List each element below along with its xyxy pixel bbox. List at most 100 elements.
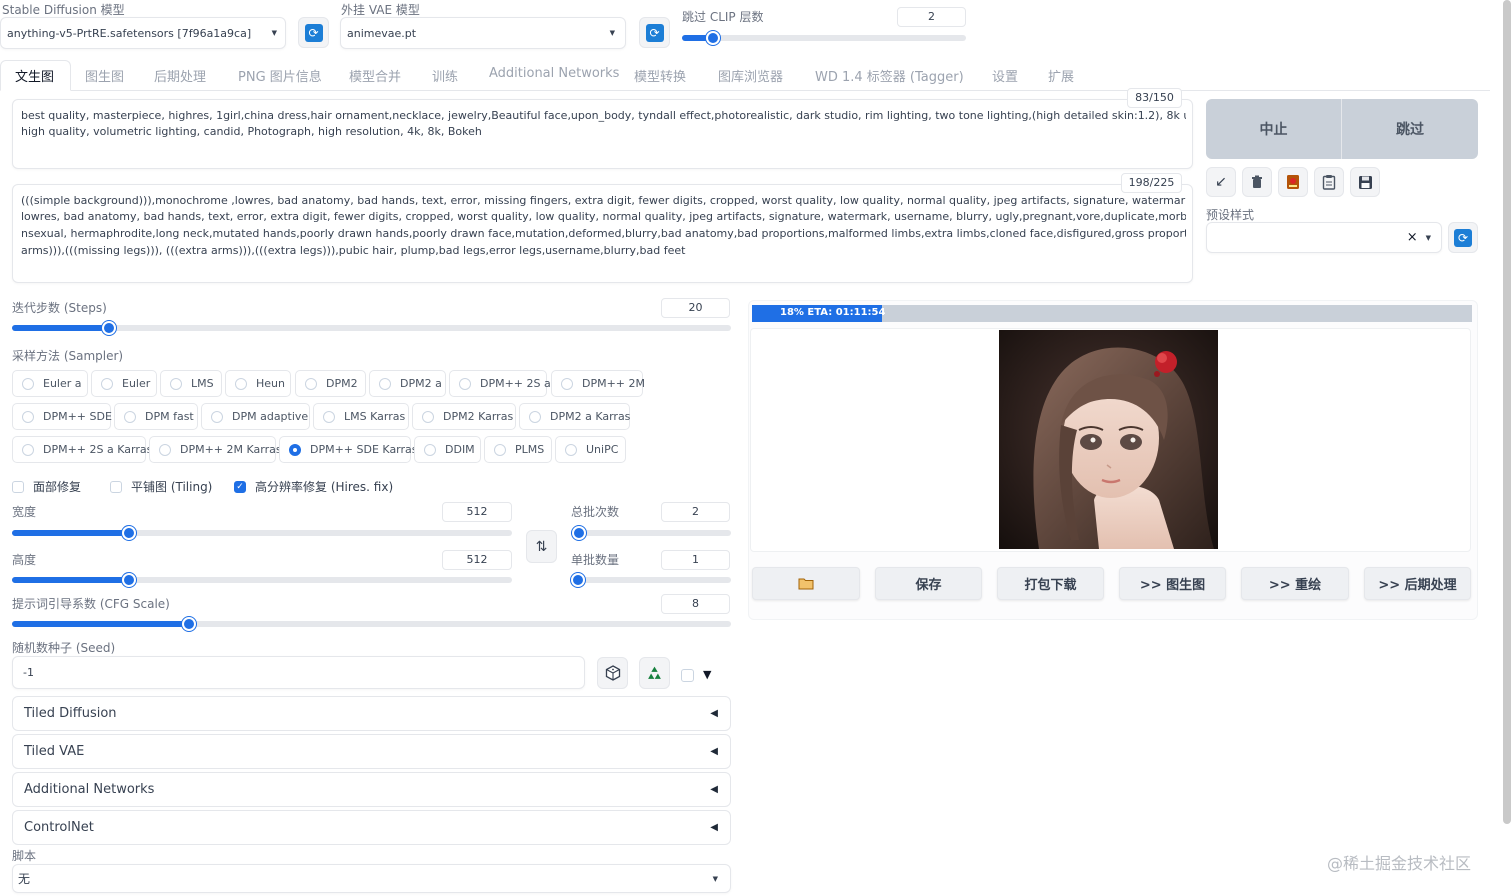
clear-prompt-button[interactable] xyxy=(1242,167,1272,197)
refresh-styles-button[interactable]: ⟳ xyxy=(1448,222,1478,253)
clip-slider-thumb[interactable] xyxy=(706,31,720,45)
send-to-img2img-button[interactable]: >> 图生图 xyxy=(1119,567,1226,600)
radio-dot xyxy=(494,443,506,456)
accordion-tiled-diffusion[interactable]: Tiled Diffusion ◀ xyxy=(12,696,731,731)
sd-model-select[interactable]: anything-v5-PrtRE.safetensors [7f96a1a9c… xyxy=(0,17,286,49)
sampler-option-dpmpp-sde[interactable]: DPM++ SDE xyxy=(12,403,112,430)
batch-size-slider[interactable] xyxy=(571,573,731,587)
zip-download-button[interactable]: 打包下载 xyxy=(997,567,1104,600)
sampler-option-dpmpp-2m-karras[interactable]: DPM++ 2M Karras xyxy=(149,436,282,463)
sampler-option-dpmpp-sde-karras[interactable]: DPM++ SDE Karras xyxy=(279,436,418,463)
sampler-option-ddim[interactable]: DDIM xyxy=(414,436,481,463)
tab-settings[interactable]: 设置 xyxy=(992,66,1018,88)
sampler-option-euler-a[interactable]: Euler a xyxy=(12,370,88,397)
steps-input[interactable]: 20 xyxy=(661,298,730,318)
width-input[interactable]: 512 xyxy=(442,502,512,522)
cfg-slider[interactable] xyxy=(12,617,731,631)
tab-tagger[interactable]: WD 1.4 标签器 (Tagger) xyxy=(815,66,964,88)
sampler-option-dpm2-karras[interactable]: DPM2 Karras xyxy=(412,403,516,430)
sampler-option-lms-karras[interactable]: LMS Karras xyxy=(313,403,409,430)
triangle-left-icon: ◀ xyxy=(710,822,718,833)
height-input[interactable]: 512 xyxy=(442,550,512,570)
clear-icon[interactable]: × xyxy=(1407,230,1418,245)
send-to-inpaint-button[interactable]: >> 重绘 xyxy=(1241,567,1349,600)
sampler-option-plms[interactable]: PLMS xyxy=(484,436,552,463)
accordion-additional-networks[interactable]: Additional Networks ◀ xyxy=(12,772,731,807)
tab-model-converter[interactable]: 模型转换 xyxy=(634,66,686,88)
interrupt-button[interactable]: 中止 xyxy=(1206,99,1341,159)
seed-value: -1 xyxy=(23,666,34,679)
tab-extensions[interactable]: 扩展 xyxy=(1048,66,1074,88)
sampler-option-unipc[interactable]: UniPC xyxy=(555,436,626,463)
batch-count-slider-thumb[interactable] xyxy=(572,526,586,540)
show-extra-networks-button[interactable] xyxy=(1278,167,1308,197)
sampler-option-dpm-adaptive[interactable]: DPM adaptive xyxy=(201,403,310,430)
sampler-option-dpm2-a-karras[interactable]: DPM2 a Karras xyxy=(519,403,630,430)
accordion-tiled-vae[interactable]: Tiled VAE ◀ xyxy=(12,734,731,769)
tab-train[interactable]: 训练 xyxy=(432,66,458,88)
tiling-checkbox[interactable]: 平铺图 (Tiling) xyxy=(110,478,212,495)
extra-seed-checkbox[interactable] xyxy=(681,669,694,682)
skip-button[interactable]: 跳过 xyxy=(1342,99,1478,159)
script-select[interactable]: 无 ▼ xyxy=(12,864,731,893)
batch-size-input[interactable]: 1 xyxy=(661,550,730,570)
cfg-input[interactable]: 8 xyxy=(661,594,730,614)
read-params-button[interactable]: ↙ xyxy=(1206,167,1236,197)
save-button[interactable]: 保存 xyxy=(875,567,982,600)
seed-input[interactable]: -1 xyxy=(12,656,585,689)
cfg-slider-thumb[interactable] xyxy=(182,617,196,631)
random-seed-button[interactable] xyxy=(597,657,628,689)
batch-count-input[interactable]: 2 xyxy=(661,502,730,522)
send-to-extras-button[interactable]: >> 后期处理 xyxy=(1364,567,1471,600)
batch-count-slider[interactable] xyxy=(571,526,731,540)
hires-fix-checkbox[interactable]: ✓ 高分辨率修复 (Hires. fix) xyxy=(234,478,393,495)
width-slider[interactable] xyxy=(12,526,512,540)
steps-slider[interactable] xyxy=(12,321,731,335)
batch-size-label: 单批数量 xyxy=(571,553,620,567)
sampler-option-label: UniPC xyxy=(586,443,619,456)
refresh-models-button[interactable]: ⟳ xyxy=(298,17,329,48)
tab-img2img[interactable]: 图生图 xyxy=(85,66,124,88)
triangle-down-icon[interactable]: ▼ xyxy=(703,668,711,681)
scrollbar-thumb[interactable] xyxy=(1503,0,1511,824)
sampler-option-dpmpp-2s-a[interactable]: DPM++ 2S a xyxy=(449,370,551,397)
clip-value-input[interactable]: 2 xyxy=(897,7,966,27)
tab-txt2img[interactable]: 文生图 xyxy=(15,66,54,88)
tab-checkpoint-merger[interactable]: 模型合并 xyxy=(349,66,401,88)
reuse-seed-button[interactable] xyxy=(639,657,670,689)
sampler-option-lms[interactable]: LMS xyxy=(160,370,222,397)
sampler-option-dpm2[interactable]: DPM2 xyxy=(295,370,366,397)
face-restore-checkbox[interactable]: 面部修复 xyxy=(12,478,81,495)
sampler-option-label: DPM++ 2S a Karras xyxy=(43,443,153,456)
generated-image-preview[interactable] xyxy=(999,330,1218,549)
sampler-option-heun[interactable]: Heun xyxy=(225,370,291,397)
negative-prompt-line-2: lowres, bad anatomy, bad hands, text, er… xyxy=(21,210,1186,223)
clip-slider[interactable] xyxy=(682,31,966,45)
sampler-option-dpmpp-2m[interactable]: DPM++ 2M xyxy=(551,370,645,397)
sampler-option-dpm-fast[interactable]: DPM fast xyxy=(114,403,198,430)
batch-size-slider-thumb[interactable] xyxy=(571,573,585,587)
accordion-controlnet[interactable]: ControlNet ◀ xyxy=(12,810,731,845)
styles-select[interactable]: × ▼ xyxy=(1206,222,1442,253)
swap-dimensions-button[interactable]: ⇅ xyxy=(526,530,557,563)
sampler-option-label: DPM++ 2M Karras xyxy=(180,443,282,456)
tab-additional-networks[interactable]: Additional Networks xyxy=(489,66,619,88)
tab-extras[interactable]: 后期处理 xyxy=(154,66,206,88)
vae-select[interactable]: animevae.pt ▼ xyxy=(340,17,626,49)
refresh-vae-button[interactable]: ⟳ xyxy=(639,17,670,48)
tab-png-info[interactable]: PNG 图片信息 xyxy=(238,66,322,88)
width-slider-thumb[interactable] xyxy=(122,526,136,540)
radio-dot xyxy=(422,410,434,423)
dice-icon xyxy=(605,665,620,681)
height-slider-thumb[interactable] xyxy=(122,573,136,587)
tab-image-browser[interactable]: 图库浏览器 xyxy=(718,66,783,88)
sampler-option-dpmpp-2s-a-karras[interactable]: DPM++ 2S a Karras xyxy=(12,436,152,463)
steps-slider-thumb[interactable] xyxy=(102,321,116,335)
save-style-button[interactable] xyxy=(1350,167,1380,197)
sampler-option-euler[interactable]: Euler xyxy=(91,370,157,397)
height-slider[interactable] xyxy=(12,573,512,587)
sampler-option-dpm2-a[interactable]: DPM2 a xyxy=(369,370,446,397)
open-folder-button[interactable] xyxy=(752,567,860,600)
apply-style-button[interactable] xyxy=(1314,167,1344,197)
refresh-icon: ⟳ xyxy=(645,23,664,42)
